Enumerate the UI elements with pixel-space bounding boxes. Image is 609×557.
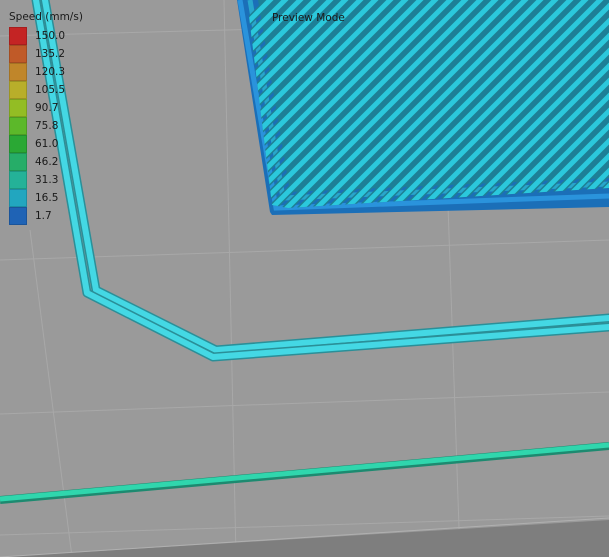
legend-scale: 150.0 135.2 120.3 105.5 90.7 75.8 61.0 46.2 31.3…	[9, 27, 83, 225]
legend-swatch	[9, 171, 27, 189]
legend-swatch	[9, 117, 27, 135]
legend-swatch	[9, 63, 27, 81]
legend-item: 90.7	[9, 99, 83, 117]
preview-mode-label: Preview Mode	[272, 12, 345, 24]
legend-swatch	[9, 45, 27, 63]
legend-item: 150.0	[9, 27, 83, 45]
legend-label: 46.2	[35, 156, 59, 168]
legend-swatch	[9, 27, 27, 45]
legend-item: 61.0	[9, 135, 83, 153]
legend-label: 120.3	[35, 66, 66, 78]
legend-item: 105.5	[9, 81, 83, 99]
speed-legend: Speed (mm/s) 150.0 135.2 120.3 105.5 90.7 75.…	[9, 11, 83, 225]
legend-label: 105.5	[35, 84, 66, 96]
preview-viewport[interactable]	[0, 0, 609, 557]
legend-label: 135.2	[35, 48, 66, 60]
legend-label: 16.5	[35, 192, 59, 204]
legend-swatch	[9, 207, 27, 225]
legend-swatch	[9, 189, 27, 207]
legend-item: 1.7	[9, 207, 83, 225]
legend-item: 75.8	[9, 117, 83, 135]
legend-label: 75.8	[35, 120, 59, 132]
legend-label: 150.0	[35, 30, 66, 42]
legend-label: 1.7	[35, 210, 52, 222]
legend-label: 31.3	[35, 174, 59, 186]
legend-item: 135.2	[9, 45, 83, 63]
legend-swatch	[9, 99, 27, 117]
legend-item: 120.3	[9, 63, 83, 81]
legend-item: 46.2	[9, 153, 83, 171]
legend-swatch	[9, 81, 27, 99]
legend-title: Speed (mm/s)	[9, 11, 83, 23]
legend-swatch	[9, 135, 27, 153]
legend-swatch	[9, 153, 27, 171]
legend-label: 90.7	[35, 102, 59, 114]
legend-item: 31.3	[9, 171, 83, 189]
legend-item: 16.5	[9, 189, 83, 207]
legend-label: 61.0	[35, 138, 59, 150]
